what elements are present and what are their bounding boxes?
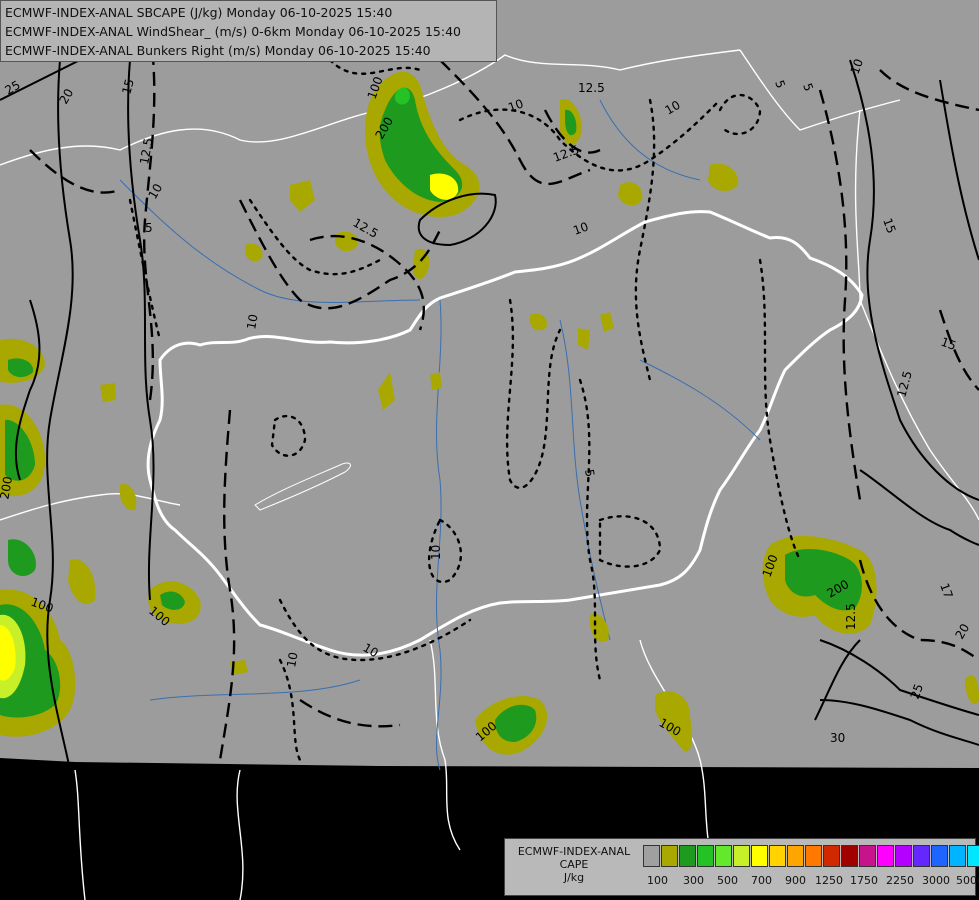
legend-swatch: [733, 845, 750, 867]
contour-label: 10: [244, 313, 260, 330]
legend-swatch: [769, 845, 786, 867]
legend-swatch: [931, 845, 948, 867]
legend-swatch: [913, 845, 930, 867]
contour-label: 30: [830, 731, 845, 745]
legend-swatch: [949, 845, 966, 867]
legend-tick: 300: [683, 874, 704, 887]
legend-swatch: [823, 845, 840, 867]
contour-label: 12.5: [578, 81, 605, 95]
legend-swatch: [841, 845, 858, 867]
legend-tick: 3000: [922, 874, 950, 887]
title-line-windshear: ECMWF-INDEX-ANAL WindShear_ (m/s) 0-6km …: [5, 24, 461, 39]
contour-label: 12.5: [844, 603, 858, 630]
legend-swatch: [715, 845, 732, 867]
legend-swatch: [967, 845, 979, 867]
weather-map: 25 20 15 12.5 10 5 100 200 12.5 10 12.5 …: [0, 0, 979, 900]
legend-tick: 100: [647, 874, 668, 887]
legend-swatch: [697, 845, 714, 867]
legend-title-line: CAPE: [559, 858, 589, 871]
legend-swatch: [877, 845, 894, 867]
legend-swatch: [787, 845, 804, 867]
legend-title-line: J/kg: [563, 871, 585, 884]
legend-tick: 1250: [815, 874, 843, 887]
legend-tick: 700: [751, 874, 772, 887]
cape-legend: ECMWF-INDEX-ANAL CAPE J/kg 100 300 500 7…: [504, 838, 979, 896]
legend-tick: 5000: [956, 874, 979, 887]
legend-swatch: [895, 845, 912, 867]
legend-title: ECMWF-INDEX-ANAL CAPE J/kg: [509, 845, 639, 884]
legend-swatch: [859, 845, 876, 867]
legend-swatch: [643, 845, 660, 867]
legend-swatch: [805, 845, 822, 867]
contour-label: 10: [284, 651, 300, 668]
legend-tick: 2250: [886, 874, 914, 887]
legend-swatch: [679, 845, 696, 867]
map-title-box: ECMWF-INDEX-ANAL SBCAPE (J/kg) Monday 06…: [0, 0, 497, 62]
title-line-bunkers: ECMWF-INDEX-ANAL Bunkers Right (m/s) Mon…: [5, 43, 431, 58]
contour-label: 10: [429, 545, 443, 560]
legend-tick: 500: [717, 874, 738, 887]
legend-color-bar: [643, 845, 979, 869]
legend-tick: 900: [785, 874, 806, 887]
contour-label: 5: [145, 221, 153, 235]
legend-title-line: ECMWF-INDEX-ANAL: [517, 845, 631, 858]
legend-swatch: [751, 845, 768, 867]
title-line-sbcape: ECMWF-INDEX-ANAL SBCAPE (J/kg) Monday 06…: [5, 5, 393, 20]
legend-tick: 1750: [850, 874, 878, 887]
legend-swatch: [661, 845, 678, 867]
